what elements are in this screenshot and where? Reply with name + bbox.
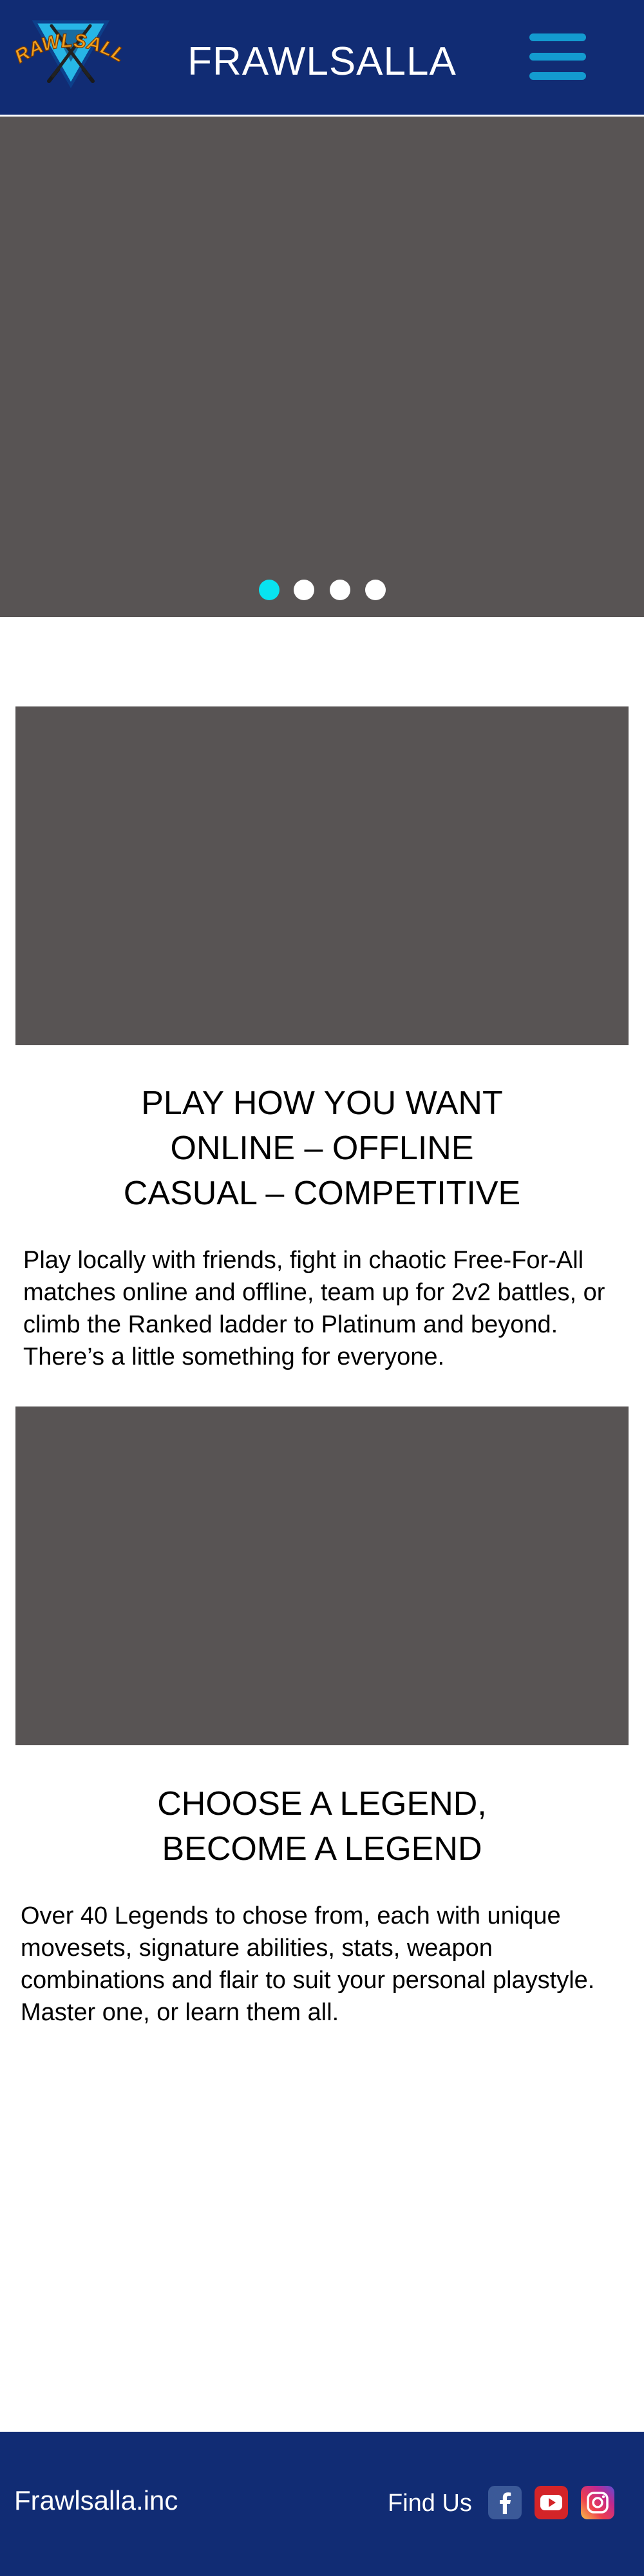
youtube-icon[interactable] [535,2486,568,2519]
carousel-indicators [0,580,644,605]
menu-bar-bottom [529,72,586,80]
hamburger-menu-icon[interactable] [529,33,586,80]
carousel-dot-3[interactable] [330,580,350,600]
headline-line: CASUAL – COMPETITIVE [123,1175,521,1212]
hero-carousel-image [0,117,644,617]
section-body-play: Play locally with friends, fight in chao… [23,1247,605,1370]
section-image-legend [15,1406,629,1745]
site-footer: Frawlsalla.inc Find Us [0,2432,644,2576]
section-image-play [15,706,629,1045]
frawlsalla-logo[interactable]: FRAWLSALLA [8,2,129,90]
headline-line: CHOOSE A LEGEND, [157,1785,487,1823]
instagram-icon[interactable] [581,2486,614,2519]
site-header: FRAWLSALLA FRAWLSALLA [0,0,644,117]
headline-line: PLAY HOW YOU WANT [141,1084,503,1122]
menu-bar-middle [529,53,586,61]
site-title: FRAWLSALLA [187,39,457,84]
section-headline-play: PLAY HOW YOU WANT ONLINE – OFFLINE CASUA… [0,1081,644,1216]
carousel-dot-2[interactable] [294,580,314,600]
footer-brand: Frawlsalla.inc [14,2485,178,2515]
carousel-dot-4[interactable] [365,580,386,600]
headline-line: BECOME A LEGEND [162,1830,482,1868]
menu-bar-top [529,33,586,41]
carousel-dot-1[interactable] [259,580,279,600]
facebook-icon[interactable] [488,2486,522,2519]
section-body-legend: Over 40 Legends to chose from, each with… [21,1902,595,2026]
headline-line: ONLINE – OFFLINE [170,1130,474,1167]
section-headline-legend: CHOOSE A LEGEND, BECOME A LEGEND [0,1781,644,1871]
find-us-label: Find Us [388,2490,472,2517]
